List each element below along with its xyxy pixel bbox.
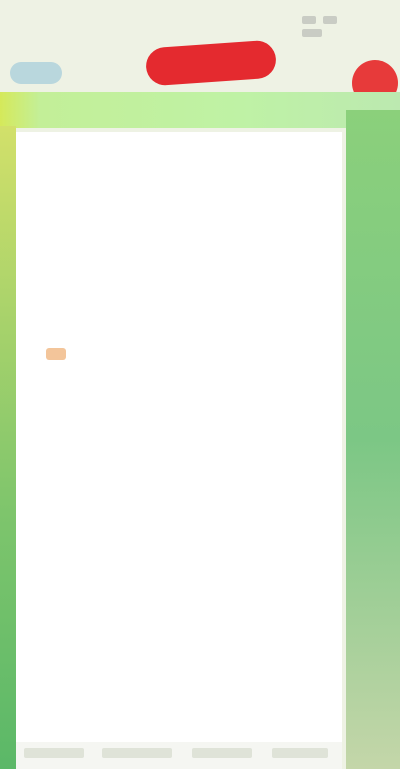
table-cell [24, 748, 84, 758]
detail-row [26, 648, 36, 664]
bottom-table [16, 742, 342, 769]
signal-icon [302, 16, 316, 24]
detail-row [26, 214, 36, 230]
detail-row [26, 280, 36, 296]
back-button[interactable] [10, 62, 62, 84]
right-frame-decoration [346, 110, 400, 769]
detail-row [26, 378, 36, 394]
green-banner [0, 92, 400, 128]
detail-panel [16, 132, 342, 769]
detail-row [26, 600, 36, 616]
detail-row [26, 410, 36, 426]
table-cell [102, 748, 172, 758]
detail-row [26, 176, 36, 192]
detail-row [26, 346, 66, 362]
table-cell [192, 748, 252, 758]
left-frame-decoration [0, 126, 16, 769]
detail-row [26, 552, 36, 568]
detail-row [26, 474, 36, 490]
detail-row [26, 308, 36, 324]
status-bar [0, 0, 400, 44]
detail-row [26, 144, 36, 160]
tag-chip[interactable] [46, 348, 66, 360]
battery-icon [302, 29, 322, 37]
wifi-icon [322, 16, 337, 24]
detail-row [26, 442, 36, 458]
detail-row [26, 510, 36, 526]
status-icons [302, 14, 362, 37]
table-cell [272, 748, 328, 758]
detail-row [26, 252, 36, 268]
